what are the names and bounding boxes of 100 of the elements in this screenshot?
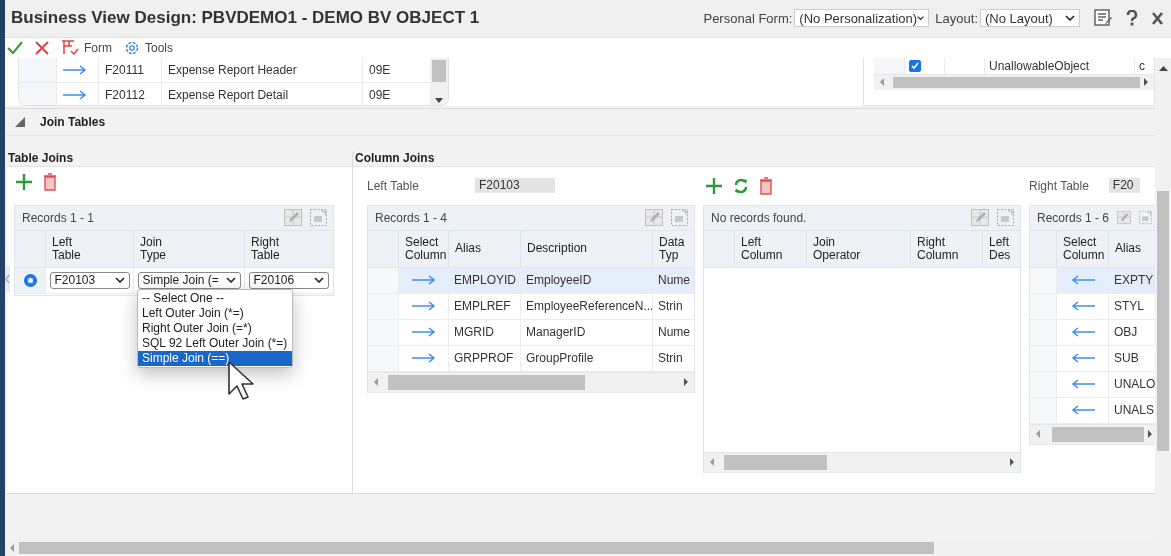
help-icon[interactable] (1126, 10, 1138, 27)
menu-option[interactable]: SQL 92 Left Outer Join (*=) (138, 335, 292, 351)
selected-row[interactable]: EXPTY (1030, 267, 1155, 294)
left-arrow-icon[interactable] (1070, 353, 1095, 364)
edit-grid-icon[interactable] (645, 209, 663, 227)
column-header: Join Type (140, 235, 166, 262)
dropdown[interactable]: (No Layout) (980, 9, 1080, 28)
chevron-down-icon (114, 277, 125, 284)
panel-title: Table Joins (7, 150, 352, 167)
menu-option[interactable]: Simple Join (==) (138, 350, 292, 366)
scroll-right-icon[interactable] (1147, 430, 1153, 439)
chevron-down-icon (313, 277, 324, 284)
menu-button[interactable]: Tools (145, 40, 173, 55)
close-icon[interactable] (35, 40, 49, 55)
field-label: Left Table (367, 178, 420, 193)
dropdown[interactable]: F20106 (248, 271, 329, 289)
scroll-left-icon[interactable] (709, 458, 715, 467)
read-only-field: F20 (1108, 178, 1140, 194)
horizontal-scrollbar[interactable] (874, 73, 1154, 90)
delete-icon[interactable] (759, 176, 773, 195)
table-row[interactable]: SUB (1030, 345, 1155, 372)
chevron-down-icon (1065, 15, 1075, 22)
horizontal-scrollbar[interactable] (368, 371, 694, 392)
checkbox[interactable] (909, 59, 921, 72)
scroll-left-icon[interactable] (9, 544, 15, 552)
edit-grid-icon[interactable] (284, 209, 302, 227)
panel-title: Column Joins (353, 150, 1155, 167)
scroll-right-icon[interactable] (683, 378, 689, 387)
table-row[interactable]: UNALS (1030, 397, 1155, 424)
menu-option[interactable]: Right Outer Join (=*) (138, 320, 292, 336)
vertical-scrollbar[interactable] (430, 57, 448, 105)
table-cell: MGRID (448, 319, 520, 345)
scroll-up-icon[interactable] (1158, 65, 1168, 71)
dropdown[interactable]: F20103 (49, 271, 130, 289)
section-title: Join Tables (40, 114, 106, 129)
refresh-icon[interactable] (733, 176, 749, 195)
edit-grid-icon[interactable] (971, 209, 989, 227)
record-count: Records 1 - 4 (375, 210, 449, 225)
column-header: Select Column (405, 235, 447, 262)
gear-icon[interactable] (124, 39, 140, 56)
table-row[interactable]: F20112 Expense Report Detail 09E (19, 82, 430, 105)
table-cell: 09E (362, 57, 417, 82)
scroll-left-icon[interactable] (879, 78, 885, 87)
notes-icon[interactable] (1094, 9, 1112, 28)
field-label: Layout: (935, 10, 978, 26)
table-cell: 09E (362, 82, 417, 105)
column-header: Right Table (251, 235, 280, 262)
horizontal-scrollbar[interactable] (1030, 423, 1155, 444)
right-arrow-icon[interactable] (63, 89, 87, 100)
horizontal-scrollbar[interactable] (704, 451, 1020, 472)
table-row[interactable]: OBJ (1030, 319, 1155, 346)
selected-row[interactable]: EMPLOYID EmployeeID Nume (368, 267, 694, 294)
add-icon[interactable] (705, 176, 723, 195)
dropdown[interactable]: (No Personalization) (794, 9, 930, 28)
column-header: Alias (455, 242, 481, 256)
field-label: Right Table (1029, 178, 1089, 193)
right-arrow-icon[interactable] (411, 353, 436, 364)
table-row[interactable]: EMPLREF EmployeeReferenceN... Strin (368, 293, 694, 320)
add-icon[interactable] (15, 172, 33, 191)
collapse-triangle-icon[interactable] (14, 115, 26, 128)
scroll-right-icon[interactable] (1009, 458, 1015, 467)
field-label: Personal Form: (703, 10, 793, 26)
close-icon[interactable] (1152, 11, 1163, 25)
table-row[interactable]: UNALO (1030, 371, 1155, 398)
right-arrow-icon[interactable] (411, 275, 436, 286)
edit-grid-icon[interactable] (1117, 209, 1131, 227)
table-row[interactable]: MGRID ManagerID Nume (368, 319, 694, 346)
left-arrow-icon[interactable] (1070, 301, 1095, 312)
left-arrow-icon[interactable] (1070, 379, 1095, 390)
right-arrow-icon[interactable] (63, 64, 87, 75)
column-header: Select Column (1063, 235, 1105, 262)
right-arrow-icon[interactable] (411, 327, 436, 338)
scroll-right-icon[interactable] (1143, 78, 1149, 87)
right-arrow-icon[interactable] (411, 301, 436, 312)
form-icon[interactable] (61, 39, 79, 56)
confirm-icon[interactable] (7, 40, 23, 55)
table-row[interactable]: STYL (1030, 293, 1155, 320)
scroll-left-icon[interactable] (373, 378, 379, 387)
expand-icon[interactable] (997, 209, 1014, 227)
column-header: Alias (1115, 242, 1141, 256)
table-cell: EmployeeReferenceN... (520, 293, 652, 319)
table-cell: Expense Report Header (161, 57, 362, 82)
column-header: Left Table (52, 235, 81, 262)
table-row[interactable]: F20111 Expense Report Header 09E (19, 57, 430, 83)
left-arrow-icon[interactable] (1070, 275, 1095, 286)
scroll-left-icon[interactable] (1035, 430, 1041, 439)
radio-button[interactable] (23, 273, 37, 287)
table-cell: ManagerID (520, 319, 652, 345)
dropdown[interactable]: Simple Join (= (137, 271, 241, 289)
left-arrow-icon[interactable] (1070, 327, 1095, 338)
delete-icon[interactable] (43, 172, 57, 191)
table-cell: EMPLREF (448, 293, 520, 319)
table-row[interactable]: GRPPROF GroupProfile Strin (368, 345, 694, 372)
scroll-down-icon[interactable] (435, 97, 443, 103)
menu-option[interactable]: Left Outer Join (*=) (138, 305, 292, 321)
expand-icon[interactable] (310, 209, 327, 227)
left-arrow-icon[interactable] (1070, 405, 1095, 416)
menu-button[interactable]: Form (84, 40, 112, 55)
expand-icon[interactable] (671, 209, 688, 227)
expand-icon[interactable] (1138, 209, 1152, 227)
